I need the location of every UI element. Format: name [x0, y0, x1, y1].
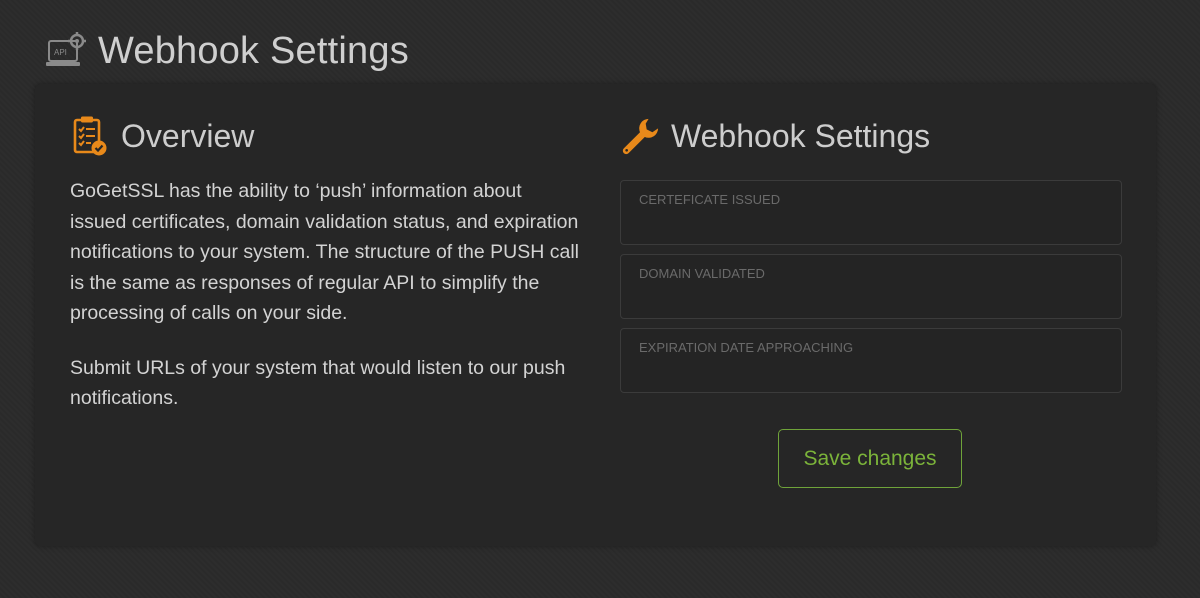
webhook-panel: Overview GoGetSSL has the ability to ‘pu…: [35, 84, 1156, 546]
page-header: API Webhook Settings: [46, 26, 409, 76]
certificate-issued-input[interactable]: [638, 212, 1104, 236]
certificate-issued-field[interactable]: CERTEFICATE ISSUED: [620, 180, 1122, 245]
expiration-date-label: EXPIRATION DATE APPROACHING: [639, 340, 854, 355]
wrench-icon: [620, 114, 660, 158]
domain-validated-input[interactable]: [638, 286, 1104, 310]
overview-title: Overview: [121, 117, 255, 154]
domain-validated-label: DOMAIN VALIDATED: [639, 266, 765, 281]
domain-validated-field[interactable]: DOMAIN VALIDATED: [620, 254, 1122, 319]
expiration-date-field[interactable]: EXPIRATION DATE APPROACHING: [620, 328, 1122, 393]
api-icon-text: API: [54, 48, 67, 57]
overview-section: Overview GoGetSSL has the ability to ‘pu…: [70, 114, 580, 438]
webhook-settings-section: Webhook Settings CERTEFICATE ISSUED DOMA…: [620, 114, 1122, 402]
webhook-settings-title: Webhook Settings: [671, 117, 931, 154]
webhook-settings-header: Webhook Settings: [620, 114, 1122, 158]
clipboard-check-icon: [70, 114, 110, 158]
overview-paragraph: Submit URLs of your system that would li…: [70, 356, 566, 410]
expiration-date-input[interactable]: [638, 360, 1104, 384]
overview-description: GoGetSSL has the ability to ‘push’ infor…: [70, 176, 580, 414]
certificate-issued-label: CERTEFICATE ISSUED: [639, 192, 781, 207]
overview-header: Overview: [70, 114, 580, 158]
save-changes-button[interactable]: Save changes: [778, 429, 962, 488]
api-gear-icon: API: [46, 31, 88, 71]
overview-paragraph: GoGetSSL has the ability to ‘push’ infor…: [70, 180, 580, 324]
page-title: Webhook Settings: [98, 29, 409, 72]
